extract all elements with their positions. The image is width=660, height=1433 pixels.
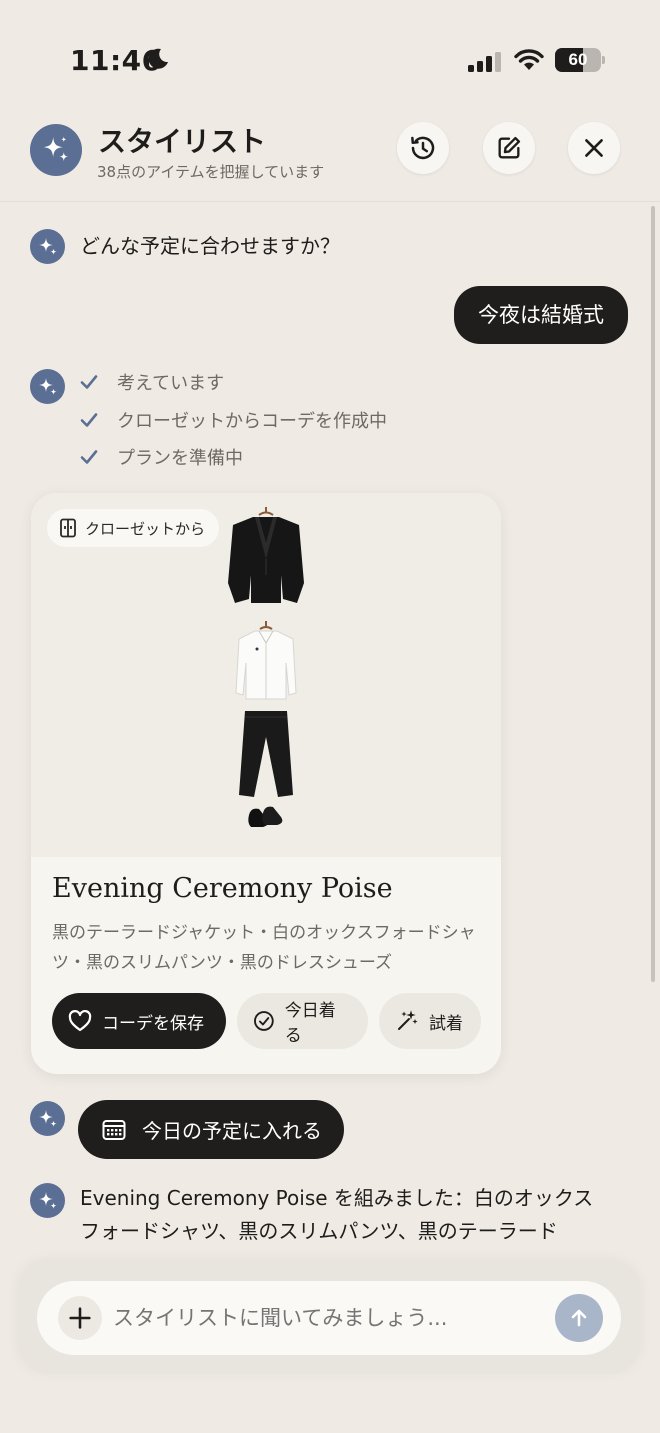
- history-button[interactable]: [397, 122, 449, 174]
- check-circle-icon: [254, 1011, 274, 1031]
- outfit-description: 黒のテーラードジャケット・白のオックスフォードシャツ・黒のスリムパンツ・黒のドレ…: [52, 923, 476, 973]
- calendar-icon: [102, 1119, 126, 1140]
- arrow-up-icon: [571, 1309, 587, 1327]
- page-subtitle: 38点のアイテムを把握しています: [97, 163, 325, 181]
- wear-today-label: 今日着る: [284, 1001, 336, 1046]
- moon-icon: [148, 48, 168, 69]
- progress-step-label: プランを準備中: [117, 448, 243, 469]
- edit-icon: [498, 136, 521, 159]
- hanger-icon: [258, 507, 274, 516]
- new-chat-button[interactable]: [483, 122, 535, 174]
- progress-step: クローゼットからコーデを作成中: [80, 406, 387, 434]
- battery-level: 60: [568, 50, 588, 69]
- status-bar: 11:46 60: [0, 0, 660, 110]
- history-icon: [411, 136, 435, 160]
- stylist-avatar: [30, 124, 82, 176]
- jacket-icon: [228, 517, 304, 603]
- send-button[interactable]: [555, 1294, 603, 1342]
- plus-icon: [69, 1307, 91, 1329]
- signal-icon: [468, 52, 501, 72]
- wifi-icon: [514, 49, 544, 70]
- sparkles-icon: [38, 377, 57, 395]
- outfit-image: クローゼットから: [31, 493, 501, 857]
- save-outfit-label: コーデを保存: [102, 1013, 204, 1034]
- check-icon: [80, 413, 98, 427]
- check-icon: [80, 450, 98, 464]
- chat-header: スタイリスト 38点のアイテムを把握しています: [0, 118, 660, 202]
- outfit-illustration: [228, 507, 304, 827]
- shoes-icon: [248, 806, 283, 827]
- add-to-calendar-label: 今日の予定に入れる: [142, 1119, 322, 1143]
- page-title: スタイリスト: [98, 125, 267, 158]
- bot-message-summary: Evening Ceremony Poise を組みました：白のオックスフォード…: [80, 1186, 594, 1243]
- bot-avatar: [30, 369, 65, 404]
- save-outfit-button[interactable]: コーデを保存: [52, 993, 226, 1049]
- bot-message-question: どんな予定に合わせますか？: [80, 234, 340, 258]
- trousers-icon: [239, 711, 293, 797]
- progress-step: プランを準備中: [80, 443, 243, 471]
- composer: [18, 1262, 640, 1374]
- outfit-title: Evening Ceremony Poise: [52, 873, 393, 904]
- add-to-calendar-button[interactable]: 今日の予定に入れる: [78, 1100, 344, 1159]
- try-on-label: 試着: [429, 1013, 463, 1034]
- progress-step-label: 考えています: [117, 373, 225, 394]
- battery-icon: 60: [555, 48, 605, 72]
- close-button[interactable]: [568, 122, 620, 174]
- shirt-icon: [235, 630, 297, 700]
- bot-avatar: [30, 1101, 65, 1136]
- sparkles-icon: [38, 1191, 57, 1209]
- sparkles-icon: [43, 136, 69, 162]
- scrollbar[interactable]: [651, 206, 655, 982]
- wear-today-button[interactable]: 今日着る: [237, 993, 368, 1049]
- bot-avatar: [30, 229, 65, 264]
- closet-badge-label: クローゼットから: [85, 519, 206, 538]
- bot-avatar: [30, 1183, 65, 1218]
- sparkles-icon: [38, 1109, 57, 1127]
- try-on-button[interactable]: 試着: [379, 993, 481, 1049]
- sparkles-icon: [38, 237, 57, 255]
- outfit-card[interactable]: クローゼットから Evening Ceremony Poise 黒のテーラードジ…: [31, 493, 501, 1074]
- progress-step-label: クローゼットからコーデを作成中: [117, 411, 387, 432]
- progress-step: 考えています: [80, 368, 224, 396]
- magic-wand-icon: [398, 1010, 418, 1030]
- closet-badge: クローゼットから: [47, 509, 220, 547]
- attach-button[interactable]: [58, 1296, 102, 1340]
- heart-icon: [68, 1010, 92, 1032]
- check-icon: [80, 375, 98, 389]
- wardrobe-icon: [60, 518, 76, 538]
- user-message: 今夜は結婚式: [454, 286, 628, 344]
- close-icon: [585, 139, 603, 157]
- message-input[interactable]: [113, 1281, 533, 1355]
- composer-box: [37, 1281, 621, 1355]
